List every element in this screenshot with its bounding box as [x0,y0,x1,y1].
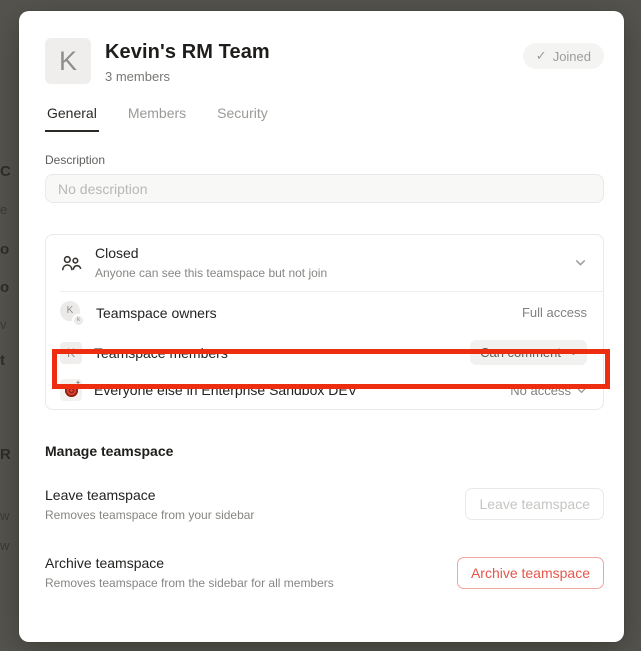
permission-row-label: Teamspace owners [96,305,217,321]
check-icon: ✓ [536,48,547,64]
backdrop-text-fragment: o [0,279,9,296]
member-count: 3 members [105,69,270,84]
permission-row-label: Everyone else in Enterprise Sandbox DEV [94,382,357,398]
dialog-header: K Kevin's RM Team 3 members ✓ Joined [45,38,604,84]
chevron-down-icon [576,385,587,396]
backdrop-text-fragment: w [0,538,9,553]
leave-teamspace-row: Leave teamspace Removes teamspace from y… [45,486,604,524]
access-dropdown-members[interactable]: Can comment [470,340,587,365]
archive-teamspace-texts: Archive teamspace Removes teamspace from… [45,554,334,592]
tab-general[interactable]: General [45,99,99,132]
backdrop-text-fragment: o [0,241,9,258]
backdrop-text-fragment: e [0,202,7,217]
archive-teamspace-title: Archive teamspace [45,554,334,572]
chevron-down-icon [574,256,587,269]
permissions-card: Closed Anyone can see this teamspace but… [45,234,604,410]
permission-row-label: Teamspace members [94,345,228,361]
archive-teamspace-row: Archive teamspace Removes teamspace from… [45,554,604,592]
access-level-selector[interactable]: Closed Anyone can see this teamspace but… [46,235,603,291]
stacked-avatars: K k [60,301,84,325]
leave-teamspace-title: Leave teamspace [45,486,254,504]
backdrop-text-fragment: w [0,508,9,523]
backdrop-text-fragment: v [0,317,7,332]
avatar: K [60,342,82,364]
permission-row-owners: K k Teamspace owners Full access [46,292,603,334]
avatar: k [72,314,85,327]
description-label: Description [45,153,604,167]
access-level-subtitle: Anyone can see this teamspace but not jo… [95,266,327,281]
access-level-title: Closed [95,245,327,263]
archive-teamspace-subtitle: Removes teamspace from the sidebar for a… [45,576,334,592]
tab-security[interactable]: Security [215,99,270,132]
teamspace-settings-dialog: K Kevin's RM Team 3 members ✓ Joined Gen… [19,11,624,642]
title-block: Kevin's RM Team 3 members [105,38,270,84]
access-dropdown-everyone[interactable]: No access [510,383,587,398]
archive-teamspace-button[interactable]: Archive teamspace [457,557,604,589]
manage-teamspace-heading: Manage teamspace [45,443,604,459]
access-level-texts: Closed Anyone can see this teamspace but… [95,245,327,281]
backdrop-text-fragment: t [0,352,5,369]
sparkle-icon: ✦ [75,380,81,387]
teamspace-avatar: K [45,38,91,84]
tab-bar: General Members Security [45,99,604,132]
page-title: Kevin's RM Team [105,41,270,64]
leave-teamspace-button[interactable]: Leave teamspace [465,488,604,520]
permission-row-members: K Teamspace members Can comment [46,334,603,372]
joined-badge-label: Joined [553,49,591,64]
access-value-full: Full access [522,305,587,320]
chevron-down-icon [568,347,579,358]
backdrop-text-fragment: C [0,163,11,180]
people-icon [60,252,82,274]
joined-badge[interactable]: ✓ Joined [523,43,604,69]
description-input[interactable] [45,174,604,203]
tab-members[interactable]: Members [126,99,188,132]
organization-logo-icon: ✦ [60,379,82,401]
permission-row-everyone: ✦ Everyone else in Enterprise Sandbox DE… [46,372,603,409]
leave-teamspace-texts: Leave teamspace Removes teamspace from y… [45,486,254,524]
leave-teamspace-subtitle: Removes teamspace from your sidebar [45,508,254,524]
backdrop-text-fragment: R [0,446,11,463]
